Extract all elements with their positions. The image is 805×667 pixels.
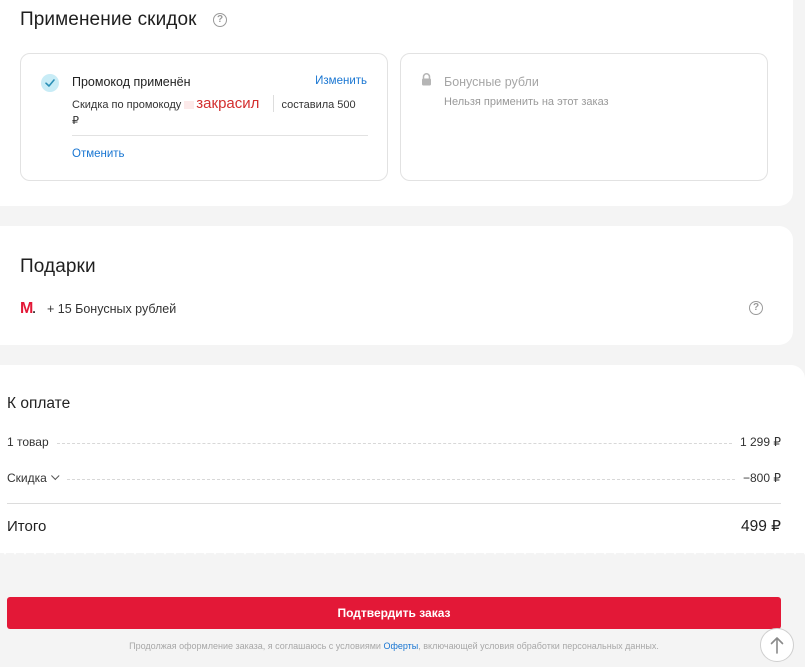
discounts-card: Применение скидок ? Промокод применён Из… [0, 0, 793, 206]
payment-card: К оплате 1 товар 1 299 ₽ Скидка −800 ₽ И… [0, 365, 805, 553]
lock-icon [421, 73, 432, 91]
divider [7, 503, 781, 504]
help-icon[interactable]: ? [749, 301, 763, 315]
divider [72, 135, 368, 136]
offer-link[interactable]: Оферты [383, 641, 418, 651]
check-icon [41, 74, 59, 92]
promo-applied-title: Промокод применён [72, 75, 191, 89]
bonus-rubles-panel: Бонусные рубли Нельзя применить на этот … [400, 53, 768, 181]
dotted-leader [66, 478, 735, 480]
change-promo-link[interactable]: Изменить [315, 75, 367, 87]
promo-code-value: закрасил [196, 95, 275, 112]
total-row: Итого 499 ₽ [7, 517, 781, 536]
promo-desc-currency: ₽ [72, 115, 79, 127]
mvideo-logo-icon: M. [20, 300, 36, 317]
discount-value: −800 ₽ [743, 471, 781, 485]
bonus-description: Нельзя применить на этот заказ [444, 96, 609, 108]
dotted-leader [56, 442, 732, 444]
gifts-title: Подарки [20, 256, 96, 277]
promo-description: Скидка по промокоду закрасил составила 50… [72, 95, 368, 129]
cancel-promo-link[interactable]: Отменить [72, 148, 125, 160]
arrow-up-icon [770, 637, 784, 654]
items-value: 1 299 ₽ [740, 435, 781, 449]
terms-prefix: Продолжая оформление заказа, я соглашаюс… [129, 641, 381, 651]
confirm-order-button[interactable]: Подтвердить заказ [7, 597, 781, 629]
discount-label[interactable]: Скидка [7, 471, 47, 485]
scroll-to-top-button[interactable] [760, 628, 794, 662]
chevron-down-icon[interactable] [50, 471, 60, 481]
discount-row[interactable]: Скидка −800 ₽ [7, 470, 781, 486]
payment-title: К оплате [7, 395, 71, 412]
receipt-edge [0, 547, 805, 555]
terms-suffix: , включающей условия обработки персональ… [418, 641, 659, 651]
discounts-title: Применение скидок [20, 9, 197, 30]
items-row: 1 товар 1 299 ₽ [7, 434, 781, 450]
logo-dot: . [32, 302, 36, 316]
help-icon[interactable]: ? [213, 13, 227, 27]
promo-desc-prefix: Скидка по промокоду [72, 99, 182, 111]
logo-letter: M [20, 300, 33, 317]
redaction-mark [184, 101, 195, 110]
items-label: 1 товар [7, 435, 49, 449]
total-value: 499 ₽ [740, 518, 781, 535]
gift-bonus-item: + 15 Бонусных рублей [47, 302, 177, 316]
total-label: Итого [7, 518, 47, 535]
promo-code-panel: Промокод применён Изменить Скидка по про… [20, 53, 388, 181]
promo-desc-suffix: составила 500 [281, 99, 356, 111]
bonus-title: Бонусные рубли [444, 75, 539, 89]
gifts-card: Подарки M. + 15 Бонусных рублей ? [0, 226, 793, 345]
terms-notice: Продолжая оформление заказа, я соглашаюс… [0, 641, 788, 651]
